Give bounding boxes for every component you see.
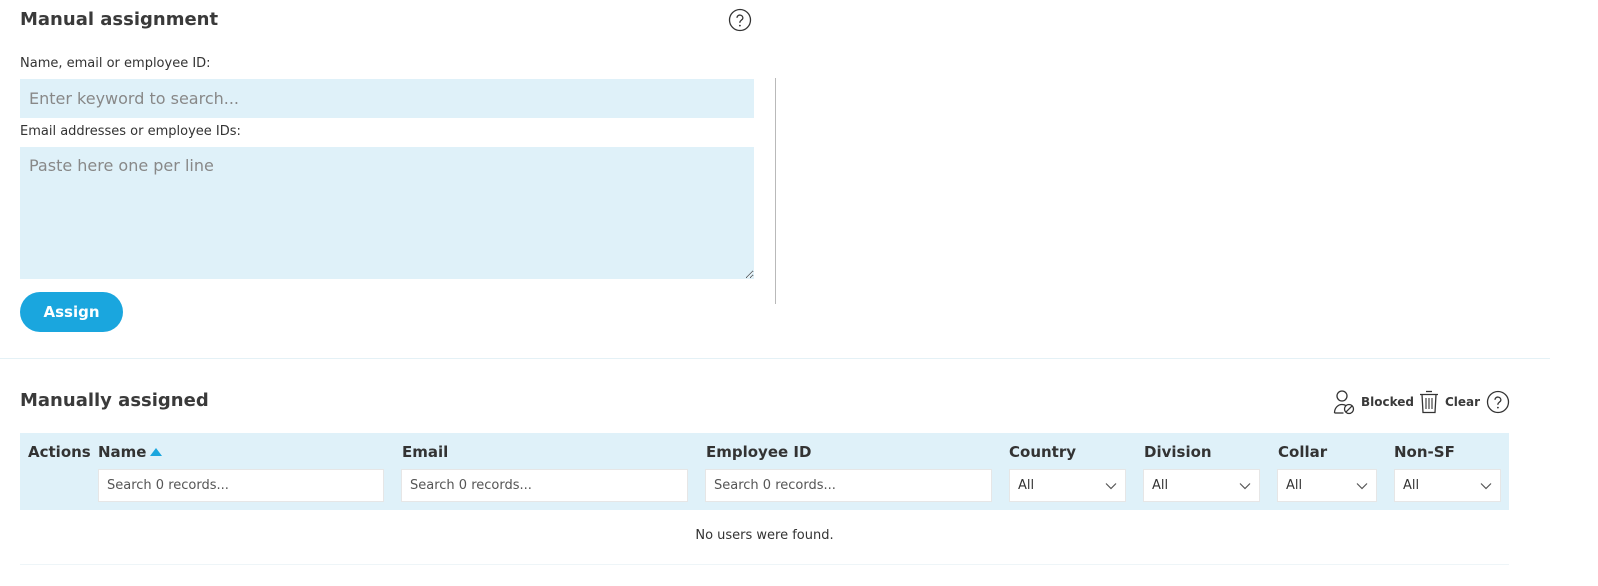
- chevron-down-icon: [1480, 482, 1492, 489]
- non-sf-filter-value: All: [1403, 478, 1420, 493]
- search-field-label: Name, email or employee ID:: [20, 56, 211, 71]
- blocked-button[interactable]: Blocked: [1333, 388, 1414, 416]
- paste-ids-textarea[interactable]: [20, 147, 754, 279]
- name-search-input[interactable]: [98, 469, 384, 502]
- email-search-input[interactable]: [401, 469, 688, 502]
- manual-assignment-page: Manual assignment Name, email or employe…: [0, 0, 1598, 586]
- section-divider: [0, 358, 1550, 359]
- column-header-non-sf[interactable]: Non-SF: [1394, 443, 1455, 461]
- manually-assigned-title: Manually assigned: [20, 390, 209, 411]
- help-icon[interactable]: [1486, 390, 1510, 414]
- non-sf-filter-select[interactable]: All: [1394, 469, 1501, 502]
- table-bottom-divider: [20, 564, 1509, 565]
- column-header-employee-id[interactable]: Employee ID: [706, 443, 811, 461]
- column-header-country[interactable]: Country: [1009, 443, 1076, 461]
- clear-button[interactable]: Clear: [1419, 388, 1480, 416]
- users-table-header: Actions Name Email Employee ID Country A…: [20, 433, 1509, 510]
- blocked-label: Blocked: [1361, 395, 1415, 409]
- column-header-name[interactable]: Name: [98, 443, 146, 461]
- chevron-down-icon: [1239, 482, 1251, 489]
- employee-search-input[interactable]: [20, 79, 754, 118]
- column-header-email[interactable]: Email: [402, 443, 448, 461]
- vertical-divider: [775, 78, 776, 304]
- column-header-collar[interactable]: Collar: [1278, 443, 1327, 461]
- collar-filter-select[interactable]: All: [1277, 469, 1377, 502]
- manual-assignment-title: Manual assignment: [20, 9, 219, 30]
- empty-table-message: No users were found.: [695, 528, 834, 543]
- division-filter-select[interactable]: All: [1143, 469, 1260, 502]
- help-icon[interactable]: [728, 8, 752, 32]
- column-header-division[interactable]: Division: [1144, 443, 1212, 461]
- chevron-down-icon: [1356, 482, 1368, 489]
- chevron-down-icon: [1105, 482, 1117, 489]
- column-header-actions: Actions: [28, 443, 91, 461]
- trash-icon: [1420, 390, 1438, 414]
- employee-id-search-input[interactable]: [705, 469, 992, 502]
- paste-field-label: Email addresses or employee IDs:: [20, 124, 241, 139]
- division-filter-value: All: [1152, 478, 1169, 493]
- country-filter-select[interactable]: All: [1009, 469, 1126, 502]
- collar-filter-value: All: [1286, 478, 1303, 493]
- user-blocked-icon: [1333, 390, 1355, 415]
- country-filter-value: All: [1018, 478, 1035, 493]
- clear-label: Clear: [1445, 395, 1481, 409]
- assign-button[interactable]: Assign: [20, 292, 123, 332]
- sort-ascending-icon[interactable]: [150, 448, 162, 456]
